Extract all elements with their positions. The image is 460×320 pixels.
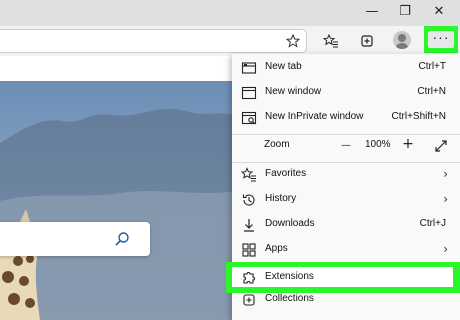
menu-item-new-window[interactable]: New window Ctrl+N (232, 81, 460, 106)
inprivate-icon (241, 111, 257, 125)
title-bar: — ❐ ✕ (0, 0, 460, 26)
menu-item-label: History (265, 193, 297, 204)
minimize-icon: — (365, 4, 379, 19)
settings-and-more-button[interactable]: ··· (424, 26, 458, 53)
menu-item-downloads[interactable]: Downloads Ctrl+J (232, 213, 460, 238)
collections-icon (243, 294, 255, 306)
shortcut-label: Ctrl+Shift+N (391, 111, 446, 122)
zoom-out-button[interactable]: — (338, 136, 354, 152)
landscape-image (0, 108, 235, 320)
history-icon (242, 194, 255, 206)
menu-item-label: Collections (265, 293, 314, 304)
close-window-button[interactable]: ✕ (425, 2, 453, 22)
search-box[interactable] (0, 222, 150, 256)
zoom-level: 100% (365, 139, 391, 150)
menu-item-label: Extensions (265, 271, 314, 282)
menu-item-label: Downloads (265, 218, 315, 229)
menu-item-extensions[interactable]: Extensions (232, 267, 453, 287)
apps-icon (242, 243, 256, 257)
minus-icon: — (341, 140, 351, 151)
shortcut-label: Ctrl+J (419, 218, 446, 229)
menu-item-zoom: Zoom — 100% + (232, 134, 460, 159)
more-icon: ··· (428, 30, 454, 48)
restore-icon: ❐ (399, 4, 411, 19)
menu-item-label: New InPrivate window (265, 111, 364, 122)
zoom-label: Zoom (264, 139, 290, 150)
plus-icon: + (402, 136, 414, 152)
menu-item-label: New tab (265, 61, 302, 72)
restore-button[interactable]: ❐ (391, 2, 419, 22)
download-icon (244, 219, 254, 232)
chevron-right-icon: › (443, 242, 448, 256)
toolbar (0, 26, 460, 56)
menu-item-apps[interactable]: Apps › (232, 238, 460, 263)
shortcut-label: Ctrl+T (418, 61, 447, 72)
search-icon[interactable] (114, 231, 130, 247)
chevron-right-icon: › (443, 192, 448, 206)
shortcut-label: Ctrl+N (417, 86, 446, 97)
favorites-bar-button[interactable] (320, 30, 342, 52)
new-window-icon (241, 86, 257, 100)
menu-item-history[interactable]: History › (232, 188, 460, 213)
menu-item-label: Favorites (265, 168, 307, 179)
address-bar[interactable] (0, 29, 307, 53)
collections-button[interactable] (356, 30, 378, 52)
favorites-icon (241, 167, 256, 182)
minimize-button[interactable]: — (358, 2, 386, 22)
new-tab-icon (241, 62, 257, 74)
menu-item-new-inprivate-window[interactable]: New InPrivate window Ctrl+Shift+N (232, 106, 460, 131)
profile-avatar[interactable] (393, 31, 411, 49)
extensions-icon (243, 271, 256, 284)
extensions-highlight: Extensions (226, 262, 460, 293)
menu-item-new-tab[interactable]: New tab Ctrl+T (232, 56, 460, 81)
chevron-right-icon: › (443, 167, 448, 181)
menu-item-label: New window (265, 86, 322, 97)
close-icon: ✕ (433, 4, 445, 19)
collections-icon (361, 35, 373, 47)
favorites-icon (323, 33, 338, 48)
menu-item-favorites[interactable]: Favorites › (232, 163, 460, 188)
favorite-star-icon[interactable] (286, 34, 300, 48)
fullscreen-icon[interactable] (433, 138, 449, 154)
zoom-in-button[interactable]: + (400, 136, 416, 152)
background-photo (0, 81, 235, 320)
menu-item-label: Apps (265, 243, 288, 254)
